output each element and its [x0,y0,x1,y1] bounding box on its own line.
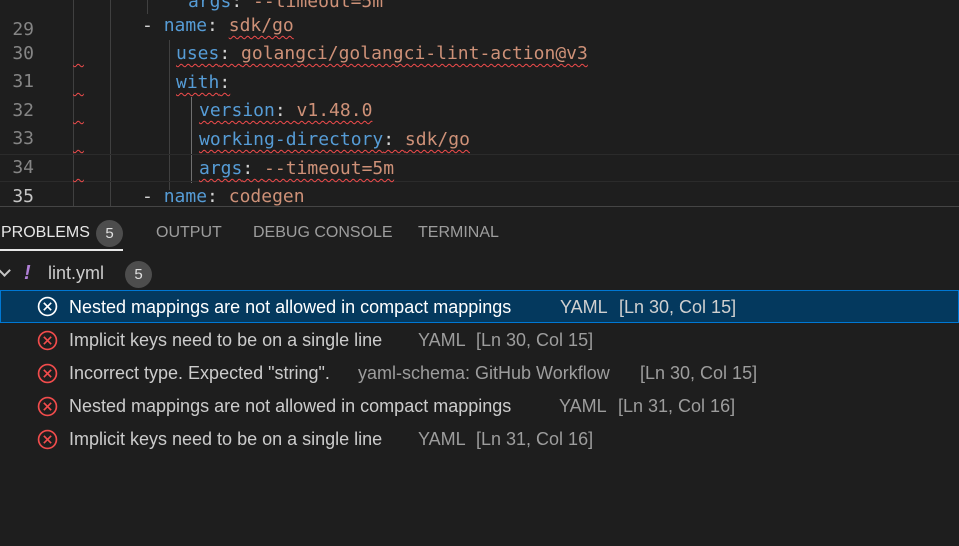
problem-source: yaml-schema: GitHub Workflow [358,363,610,383]
problem-row[interactable]: Nested mappings are not allowed in compa… [0,390,959,423]
code-line: 30 - name: sdk/go [0,12,959,64]
tab-problems[interactable]: PROBLEMS [1,207,90,253]
error-circle-icon [37,296,58,317]
error-circle-icon [37,429,58,450]
error-squiggle [73,69,176,97]
tab-terminal[interactable]: TERMINAL [418,207,499,253]
problem-message: Nested mappings are not allowed in compa… [69,297,512,317]
tab-output[interactable]: OUTPUT [156,207,222,253]
file-name: lint.yml [48,263,105,283]
error-squiggle [73,126,199,154]
problem-location: [Ln 31, Col 16] [476,429,594,449]
code-line: 33 version: v1.48.0 [0,97,959,149]
problem-source: YAML [560,297,608,317]
code-content: - name: sdk/go [142,15,294,36]
code-content: args: --timeout=5m [199,158,395,179]
code-line-current: 35 args: --timeout=5m [0,154,959,206]
code-content: - name: codegen [142,186,305,206]
problem-source: YAML [559,396,607,416]
problem-location: [Ln 30, Col 15] [640,363,758,383]
error-circle-icon [37,330,58,351]
file-group-row[interactable]: ! lint.yml 5 [0,257,959,290]
code-content: uses: golangci/golangci-lint-action@v3 [176,43,588,64]
code-line: 36 - name: codegen [0,183,959,206]
error-circle-icon [37,396,58,417]
problem-location: [Ln 30, Col 15] [619,297,737,317]
code-editor[interactable]: 29 args: --timeout=5m 30 - name: sdk/go … [0,0,959,206]
problems-count-badge: 5 [96,220,123,247]
yaml-exclamation-icon: ! [24,262,31,284]
active-tab-indicator [0,249,123,251]
error-squiggle [73,155,199,183]
problem-row[interactable]: Implicit keys need to be on a single lin… [0,423,959,456]
code-content: version: v1.48.0 [199,100,373,121]
code-content: with: [176,72,231,93]
tab-debug-console[interactable]: DEBUG CONSOLE [253,207,393,253]
code-line: 31 uses: golangci/golangci-lint-action@v… [0,40,959,92]
code-content: working-directory: sdk/go [199,129,470,150]
problem-source: YAML [418,429,466,449]
problem-message: Implicit keys need to be on a single lin… [69,330,383,350]
problem-message: Incorrect type. Expected "string". [69,363,330,383]
file-problem-count: 5 [125,261,152,288]
problem-row[interactable]: Incorrect type. Expected "string". yaml-… [0,357,959,390]
error-circle-icon [37,363,58,384]
code-line: 34 working-directory: sdk/go [0,126,959,178]
problem-location: [Ln 31, Col 16] [618,396,736,416]
error-squiggle [73,40,176,68]
problem-row[interactable]: Implicit keys need to be on a single lin… [0,324,959,357]
problem-location: [Ln 30, Col 15] [476,330,594,350]
problem-message: Implicit keys need to be on a single lin… [69,429,383,449]
problem-row[interactable]: Nested mappings are not allowed in compa… [0,290,959,323]
panel-tab-bar: PROBLEMS 5 OUTPUT DEBUG CONSOLE TERMINAL [0,207,959,253]
error-squiggle [73,97,199,125]
chevron-down-icon[interactable] [0,264,11,277]
code-line: 32 with: [0,69,959,121]
problem-message: Nested mappings are not allowed in compa… [69,396,512,416]
problem-source: YAML [418,330,466,350]
